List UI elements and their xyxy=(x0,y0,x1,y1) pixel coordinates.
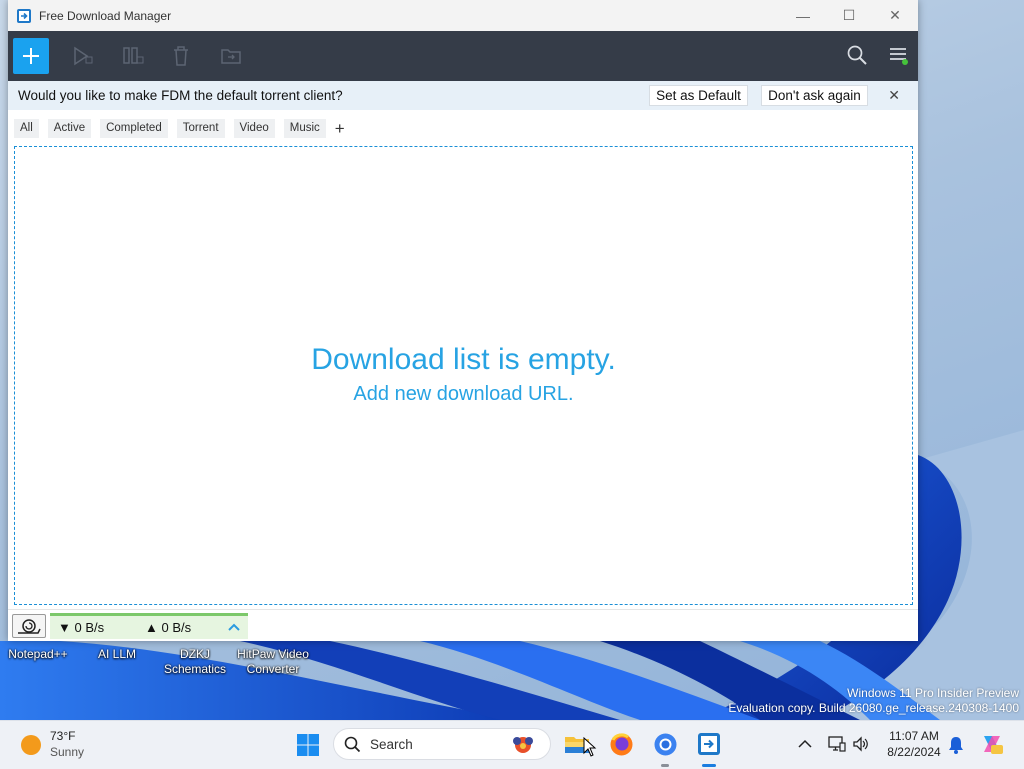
move-folder-icon[interactable] xyxy=(220,45,242,67)
title-bar: Free Download Manager — ☐ ✕ xyxy=(8,0,918,31)
copilot-icon[interactable] xyxy=(980,732,1004,756)
close-button[interactable]: ✕ xyxy=(872,0,918,31)
filter-torrent[interactable]: Torrent xyxy=(176,119,225,138)
mouse-cursor-icon xyxy=(583,737,597,757)
filter-active[interactable]: Active xyxy=(47,119,92,138)
firefox-icon[interactable] xyxy=(609,732,634,757)
notice-close-button[interactable]: ✕ xyxy=(888,87,900,104)
snail-icon xyxy=(18,619,41,634)
search-icon[interactable] xyxy=(846,44,868,66)
empty-list-title: Download list is empty. xyxy=(311,343,616,376)
maximize-button[interactable]: ☐ xyxy=(826,0,872,31)
taskbar-search-input[interactable]: Search xyxy=(333,728,551,760)
desktop-icon-notepadpp[interactable]: Notepad++ xyxy=(0,647,83,662)
taskbar: 73°F Sunny Search 11:07 AM 8/22/2024 xyxy=(0,720,1024,769)
download-list-droparea[interactable]: Download list is empty. Add new download… xyxy=(14,146,913,605)
delete-icon[interactable] xyxy=(171,45,191,67)
filter-video[interactable]: Video xyxy=(233,119,275,138)
chrome-icon[interactable] xyxy=(653,732,678,757)
desktop-icon-dzkj[interactable]: DZKJ Schematics xyxy=(150,647,240,677)
start-icon[interactable] xyxy=(296,733,320,757)
download-speed: ▼ 0 B/s xyxy=(58,620,105,635)
window-title: Free Download Manager xyxy=(39,8,172,23)
desktop-icon-ai-llm[interactable]: AI LLM xyxy=(72,647,162,662)
search-placeholder: Search xyxy=(370,736,413,752)
filter-music[interactable]: Music xyxy=(283,119,326,138)
fdm-window: Free Download Manager — ☐ ✕ Would you li… xyxy=(8,0,918,641)
minimize-button[interactable]: — xyxy=(780,0,826,31)
search-icon xyxy=(344,736,361,752)
clock-time[interactable]: 11:07 AM xyxy=(878,729,950,743)
fdm-taskbar-icon[interactable] xyxy=(697,732,721,756)
fdm-app-icon xyxy=(17,8,31,23)
default-client-notice: Would you like to make FDM the default t… xyxy=(8,81,918,110)
menu-icon[interactable] xyxy=(888,44,910,66)
fdm-active-indicator xyxy=(702,764,716,767)
add-filter-button[interactable]: + xyxy=(335,120,345,137)
sun-icon[interactable] xyxy=(20,734,42,756)
desktop-icon-label: HitPaw Video Converter xyxy=(237,647,309,676)
filter-tabs: All Active Completed Torrent Video Music… xyxy=(14,119,345,138)
filter-completed[interactable]: Completed xyxy=(100,119,168,138)
watermark-line2: Evaluation copy. Build 26080.ge_release.… xyxy=(728,701,1019,715)
weather-condition: Sunny xyxy=(50,745,85,759)
toolbar xyxy=(8,31,918,81)
chevron-up-icon[interactable] xyxy=(798,739,812,749)
network-icon[interactable] xyxy=(828,735,846,753)
dont-ask-again-button[interactable]: Don't ask again xyxy=(761,85,868,106)
desktop-icon-label: Notepad++ xyxy=(8,647,68,661)
clock-date[interactable]: 8/22/2024 xyxy=(878,745,950,759)
chrome-running-indicator xyxy=(661,764,669,767)
volume-icon[interactable] xyxy=(852,735,870,753)
notice-text: Would you like to make FDM the default t… xyxy=(18,88,343,103)
filter-all[interactable]: All xyxy=(14,119,39,138)
snail-mode-button[interactable] xyxy=(12,614,46,638)
add-download-button[interactable] xyxy=(13,38,49,74)
desktop-icon-label: DZKJ Schematics xyxy=(163,647,227,676)
desktop-icon-hitpaw[interactable]: HitPaw Video Converter xyxy=(228,647,318,677)
weather-temp: 73°F xyxy=(50,729,76,743)
resume-icon[interactable] xyxy=(72,45,94,67)
watermark-line1: Windows 11 Pro Insider Preview xyxy=(847,686,1019,700)
speed-indicator[interactable]: ▼ 0 B/s ▲ 0 B/s xyxy=(50,613,248,639)
desktop-icon-label: AI LLM xyxy=(97,647,136,661)
status-bar: ▼ 0 B/s ▲ 0 B/s xyxy=(8,609,918,641)
pause-icon[interactable] xyxy=(122,45,144,67)
chevron-up-icon[interactable] xyxy=(228,622,240,632)
set-default-button[interactable]: Set as Default xyxy=(649,85,748,106)
plus-icon xyxy=(23,48,39,64)
add-url-link[interactable]: Add new download URL. xyxy=(15,383,912,406)
upload-speed: ▲ 0 B/s xyxy=(145,620,192,635)
notification-bell-icon[interactable] xyxy=(948,736,964,754)
search-highlight-icon xyxy=(513,737,533,753)
